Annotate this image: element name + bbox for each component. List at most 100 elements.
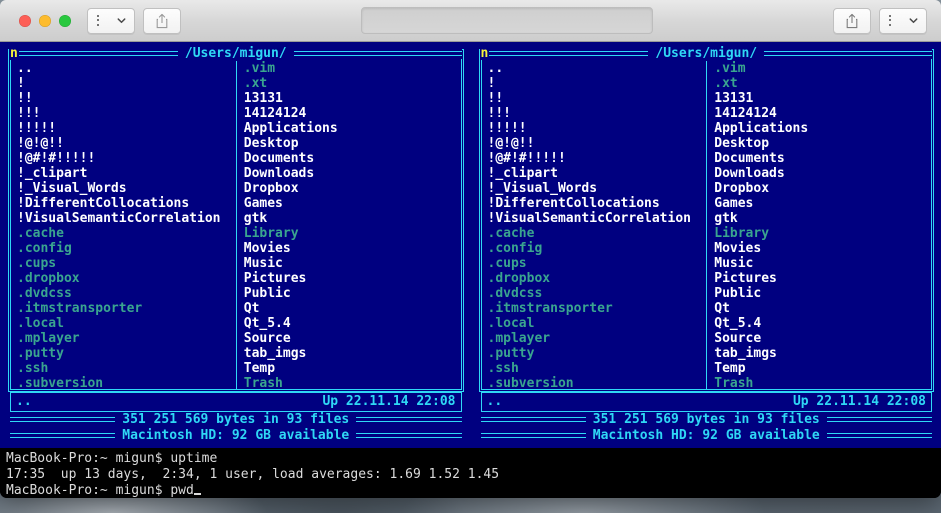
panel-path-title[interactable]: /Users/migun/ (8, 46, 464, 61)
file-entry[interactable]: Dropbox (244, 181, 460, 196)
share-button-right[interactable] (833, 7, 871, 34)
file-entry[interactable]: !DifferentCollocations (488, 196, 707, 211)
file-entry[interactable]: Pictures (244, 271, 460, 286)
file-entry[interactable]: 14124124 (244, 106, 460, 121)
file-entry[interactable]: .dvdcss (17, 286, 236, 301)
file-entry[interactable]: Movies (244, 241, 460, 256)
panel-path-title[interactable]: /Users/migun/ (479, 46, 935, 61)
file-entry[interactable]: !_Visual_Words (488, 181, 707, 196)
file-entry[interactable]: Source (714, 331, 930, 346)
file-entry[interactable]: !_clipart (488, 166, 707, 181)
file-entry[interactable]: Downloads (244, 166, 460, 181)
window-list-menu-button[interactable] (87, 7, 135, 34)
file-entry[interactable]: .. (17, 61, 236, 76)
file-entry[interactable]: Desktop (714, 136, 930, 151)
file-entry[interactable]: Documents (244, 151, 460, 166)
file-entry[interactable]: Desktop (244, 136, 460, 151)
file-entry[interactable]: Public (244, 286, 460, 301)
zoom-window-button[interactable] (59, 14, 71, 27)
file-entry[interactable]: Downloads (714, 166, 930, 181)
file-entry[interactable]: Trash (244, 376, 460, 391)
file-entry[interactable]: .cups (488, 256, 707, 271)
file-entry[interactable]: Pictures (714, 271, 930, 286)
file-entry[interactable]: !! (17, 91, 236, 106)
file-entry[interactable]: gtk (244, 211, 460, 226)
file-entry[interactable]: !_clipart (17, 166, 236, 181)
file-entry[interactable]: 13131 (714, 91, 930, 106)
titlebar-search-field[interactable] (361, 7, 653, 34)
file-entry[interactable]: Library (714, 226, 930, 241)
file-entry[interactable]: !!!!! (488, 121, 707, 136)
file-entry[interactable]: !@!@!! (17, 136, 236, 151)
file-entry[interactable]: !@#!#!!!!! (488, 151, 707, 166)
file-entry[interactable]: Trash (714, 376, 930, 391)
file-entry[interactable]: .mplayer (488, 331, 707, 346)
file-entry[interactable]: .cache (17, 226, 236, 241)
file-entry[interactable]: .cache (488, 226, 707, 241)
file-entry[interactable]: .dropbox (17, 271, 236, 286)
file-entry[interactable]: 13131 (244, 91, 460, 106)
file-entry[interactable]: Games (244, 196, 460, 211)
file-entry[interactable]: !!!!! (17, 121, 236, 136)
file-entry[interactable]: .xt (714, 76, 930, 91)
file-entry[interactable]: !@!@!! (488, 136, 707, 151)
file-entry[interactable]: .vim (714, 61, 930, 76)
file-entry[interactable]: .local (17, 316, 236, 331)
file-entry[interactable]: .mplayer (17, 331, 236, 346)
file-entry[interactable]: .config (17, 241, 236, 256)
file-entry[interactable]: .ssh (488, 361, 707, 376)
file-entry[interactable]: Public (714, 286, 930, 301)
file-entry[interactable]: gtk (714, 211, 930, 226)
share-button-left[interactable] (143, 7, 181, 34)
shell-output[interactable]: MacBook-Pro:~ migun$ uptime 17:35 up 13 d… (0, 448, 941, 498)
file-entry[interactable]: .local (488, 316, 707, 331)
file-entry[interactable]: .vim (244, 61, 460, 76)
file-entry[interactable]: Qt_5.4 (714, 316, 930, 331)
file-entry[interactable]: ! (17, 76, 236, 91)
file-entry[interactable]: .ssh (17, 361, 236, 376)
file-entry[interactable]: .putty (488, 346, 707, 361)
file-entry[interactable]: .itmstransporter (17, 301, 236, 316)
file-entry[interactable]: Documents (714, 151, 930, 166)
file-entry[interactable]: Music (244, 256, 460, 271)
file-entry[interactable]: !VisualSemanticCorrelation (17, 211, 236, 226)
file-entry[interactable]: Applications (714, 121, 930, 136)
file-entry[interactable]: .xt (244, 76, 460, 91)
minimize-window-button[interactable] (39, 14, 51, 27)
file-entry[interactable]: Qt_5.4 (244, 316, 460, 331)
file-entry[interactable]: Library (244, 226, 460, 241)
file-entry[interactable]: Temp (244, 361, 460, 376)
file-entry[interactable]: .subversion (488, 376, 707, 391)
file-entry[interactable]: Source (244, 331, 460, 346)
file-entry[interactable]: !@#!#!!!!! (17, 151, 236, 166)
file-entry[interactable]: .dvdcss (488, 286, 707, 301)
file-entry[interactable]: .subversion (17, 376, 236, 391)
file-panel-right[interactable]: n /Users/migun/ ..!!!!!!!!!!! !@!@!! !@#!#… (471, 42, 941, 448)
close-window-button[interactable] (19, 14, 31, 27)
file-panel-left[interactable]: n /Users/migun/ ..!!!!!!!!!!! !@!@!! !@#!#… (0, 42, 471, 448)
file-entry[interactable]: .putty (17, 346, 236, 361)
file-entry[interactable]: .itmstransporter (488, 301, 707, 316)
file-entry[interactable]: Temp (714, 361, 930, 376)
file-entry[interactable]: ! (488, 76, 707, 91)
file-entry[interactable]: Music (714, 256, 930, 271)
window-list-menu-button-right[interactable] (879, 7, 927, 34)
file-entry[interactable]: Games (714, 196, 930, 211)
file-entry[interactable]: .cups (17, 256, 236, 271)
file-entry[interactable]: !VisualSemanticCorrelation (488, 211, 707, 226)
file-entry[interactable]: !!! (488, 106, 707, 121)
file-entry[interactable]: Qt (714, 301, 930, 316)
file-entry[interactable]: Applications (244, 121, 460, 136)
file-entry[interactable]: .. (488, 61, 707, 76)
file-entry[interactable]: tab_imgs (244, 346, 460, 361)
file-entry[interactable]: 14124124 (714, 106, 930, 121)
file-entry[interactable]: .config (488, 241, 707, 256)
file-entry[interactable]: .dropbox (488, 271, 707, 286)
file-entry[interactable]: Dropbox (714, 181, 930, 196)
file-entry[interactable]: Movies (714, 241, 930, 256)
file-entry[interactable]: !! (488, 91, 707, 106)
file-entry[interactable]: tab_imgs (714, 346, 930, 361)
file-entry[interactable]: !_Visual_Words (17, 181, 236, 196)
file-entry[interactable]: !!! (17, 106, 236, 121)
file-entry[interactable]: Qt (244, 301, 460, 316)
